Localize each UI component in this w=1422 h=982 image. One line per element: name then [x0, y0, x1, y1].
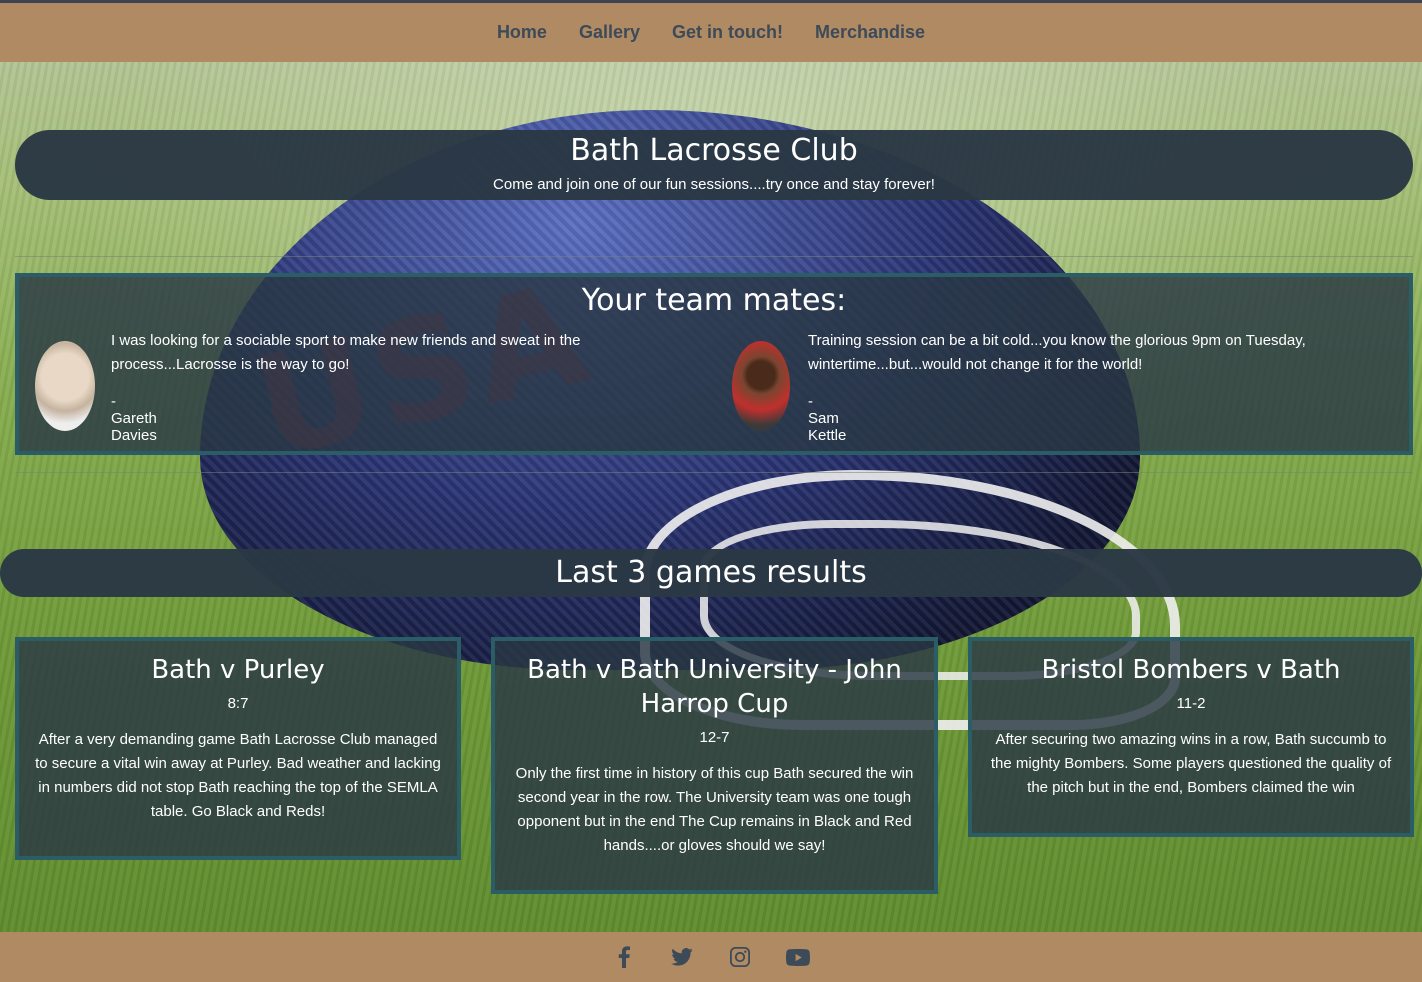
game-score: 11-2 — [1176, 695, 1206, 712]
site-subtitle: Come and join one of our fun sessions...… — [493, 176, 935, 193]
game-result-card: Bristol Bombers v Bath 11-2 After securi… — [968, 637, 1414, 837]
team-mates-section: Your team mates: I was looking for a soc… — [15, 273, 1413, 455]
nav-home-link[interactable]: Home — [497, 22, 547, 43]
instagram-icon[interactable] — [726, 943, 754, 971]
game-title: Bath v Purley — [151, 655, 325, 685]
divider — [15, 256, 1413, 257]
testimonial-quote: Training session can be a bit cold...you… — [808, 332, 1306, 373]
twitter-icon[interactable] — [668, 943, 696, 971]
testimonial-author: - Sam Kettle — [808, 393, 847, 444]
game-result-card: Bath v Purley 8:7 After a very demanding… — [15, 637, 461, 860]
testimonial-author: - Gareth Davies — [111, 393, 157, 444]
results-heading: Last 3 games results — [555, 555, 867, 590]
game-description: Only the first time in history of this c… — [515, 765, 914, 854]
game-score: 12-7 — [699, 729, 730, 746]
site-title: Bath Lacrosse Club — [570, 133, 858, 168]
game-score: 8:7 — [227, 695, 249, 712]
avatar — [35, 341, 95, 431]
hero-banner: Bath Lacrosse Club Come and join one of … — [15, 130, 1413, 200]
game-description: After a very demanding game Bath Lacross… — [35, 731, 441, 820]
team-mates-heading: Your team mates: — [581, 283, 847, 318]
nav-gallery-link[interactable]: Gallery — [579, 22, 640, 43]
facebook-icon[interactable] — [610, 943, 638, 971]
divider — [15, 472, 1413, 473]
game-description: After securing two amazing wins in a row… — [990, 731, 1392, 796]
game-title: Bristol Bombers v Bath — [1041, 655, 1341, 685]
results-banner: Last 3 games results — [0, 549, 1422, 597]
game-result-card: Bath v Bath University - John Harrop Cup… — [491, 637, 938, 894]
nav-merchandise-link[interactable]: Merchandise — [815, 22, 925, 43]
youtube-icon[interactable] — [784, 943, 812, 971]
game-title: Bath v Bath University - John Harrop Cup — [527, 655, 902, 719]
top-navbar: Home Gallery Get in touch! Merchandise — [0, 0, 1422, 62]
nav-contact-link[interactable]: Get in touch! — [672, 22, 783, 43]
footer — [0, 932, 1422, 982]
testimonial-quote: I was looking for a sociable sport to ma… — [111, 332, 581, 373]
avatar — [732, 341, 790, 431]
